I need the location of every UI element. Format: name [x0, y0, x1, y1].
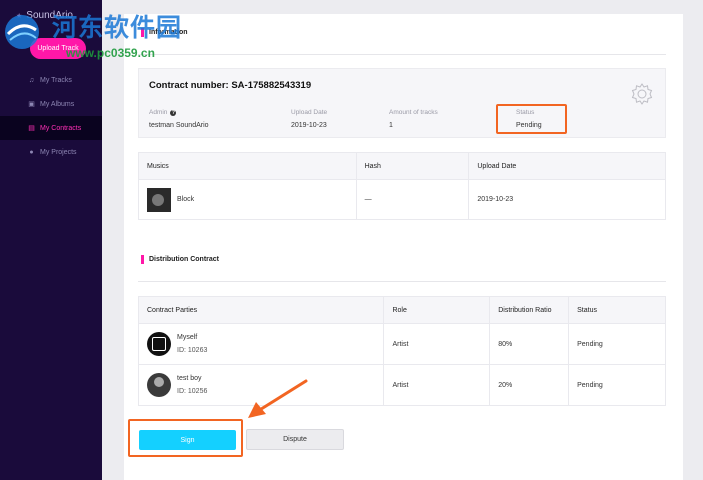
table-row[interactable]: Block — 2019-10-23 — [138, 179, 666, 220]
watermark-logo-icon — [5, 15, 39, 49]
hash-cell: — — [355, 179, 470, 220]
table-row[interactable]: test boy ID: 10256 Artist 20% Pending — [137, 364, 666, 406]
admin-value: testman SoundArio — [149, 122, 209, 129]
watermark-title: 河东软件园 — [52, 13, 183, 42]
column-header-hash: Hash — [355, 152, 470, 180]
dispute-button[interactable]: Dispute — [246, 429, 344, 450]
sign-highlight-box — [128, 419, 243, 457]
contract-info-card: Contract number: SA-175882543319 Admin ?… — [138, 68, 666, 138]
avatar — [147, 332, 171, 356]
sidebar-item-label: My Contracts — [40, 124, 82, 132]
avatar — [147, 373, 171, 397]
sidebar-item-my-projects[interactable]: ● My Projects — [0, 140, 102, 164]
distribution-table: Contract Parties Role Distribution Ratio… — [137, 296, 666, 406]
ratio-cell: 20% — [489, 364, 570, 406]
sidebar: ★ SoundArio Upload Track ♫ My Tracks ▣ M… — [0, 0, 102, 480]
user-icon: ● — [29, 148, 34, 156]
party-cell: Myself ID: 10263 — [137, 323, 385, 365]
upload-date-label: Upload Date — [291, 109, 328, 116]
column-header-upload-date: Upload Date — [468, 152, 666, 180]
role-cell: Artist — [383, 364, 491, 406]
role-cell: Artist — [383, 323, 491, 365]
ratio-cell: 80% — [489, 323, 570, 365]
status-highlight-box — [496, 104, 567, 134]
tracks-label: Amount of tracks — [389, 109, 438, 116]
track-thumbnail — [147, 187, 171, 212]
upload-date-value: 2019-10-23 — [291, 122, 327, 129]
watermark-url: www.pc0359.cn — [66, 46, 155, 60]
sidebar-item-label: My Albums — [40, 100, 75, 108]
music-table: Musics Hash Upload Date Block — 2019-10-… — [138, 152, 666, 220]
help-icon[interactable]: ? — [170, 109, 177, 116]
table-header-row: Musics Hash Upload Date — [138, 152, 666, 180]
party-id: ID: 10256 — [177, 388, 208, 395]
section-title-text: Distribution Contract — [149, 256, 219, 263]
contract-icon: ▤ — [28, 125, 35, 132]
music-cell: Block — [138, 179, 357, 220]
contract-number: Contract number: SA-175882543319 — [149, 80, 312, 91]
tracks-value: 1 — [389, 122, 393, 129]
distribution-section-title: Distribution Contract — [141, 255, 219, 264]
music-name: Block — [177, 196, 195, 203]
table-row[interactable]: Myself ID: 10263 Artist 80% Pending — [137, 323, 666, 365]
status-cell: Pending — [568, 364, 666, 406]
party-id: ID: 10263 — [177, 347, 208, 354]
gear-icon[interactable] — [630, 82, 654, 106]
sidebar-nav: ♫ My Tracks ▣ My Albums ▤ My Contracts ●… — [0, 68, 102, 164]
admin-label-text: Admin — [149, 109, 168, 116]
column-header-status: Status — [568, 296, 666, 324]
upload-date-cell: 2019-10-23 — [468, 179, 666, 220]
divider — [138, 54, 666, 55]
sidebar-item-my-albums[interactable]: ▣ My Albums — [0, 92, 102, 116]
sidebar-item-label: My Projects — [40, 148, 77, 156]
album-icon: ▣ — [28, 101, 35, 108]
column-header-musics: Musics — [138, 152, 357, 180]
sidebar-item-my-contracts[interactable]: ▤ My Contracts — [0, 116, 102, 140]
party-name: test boy — [177, 375, 202, 382]
annotation-arrow-icon — [248, 379, 308, 418]
column-header-distribution-ratio: Distribution Ratio — [489, 296, 570, 324]
column-header-role: Role — [383, 296, 491, 324]
divider — [138, 281, 666, 282]
section-accent-bar — [141, 255, 144, 264]
column-header-contract-parties: Contract Parties — [137, 296, 385, 324]
watermark: 河东软件园 www.pc0359.cn — [0, 4, 200, 64]
party-name: Myself — [177, 334, 198, 341]
sidebar-item-my-tracks[interactable]: ♫ My Tracks — [0, 68, 102, 92]
admin-label: Admin ? — [149, 109, 177, 116]
status-cell: Pending — [568, 323, 666, 365]
table-header-row: Contract Parties Role Distribution Ratio… — [137, 296, 666, 324]
sidebar-item-label: My Tracks — [40, 76, 72, 84]
music-note-icon: ♫ — [28, 76, 35, 84]
